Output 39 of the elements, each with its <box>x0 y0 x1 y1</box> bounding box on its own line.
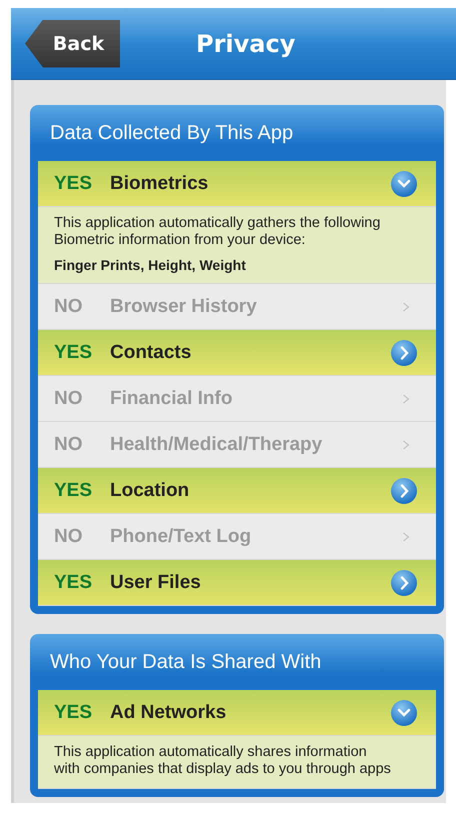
category-label: Health/Medical/Therapy <box>110 434 324 456</box>
category-row[interactable]: YES Location <box>38 468 436 514</box>
category-label: Browser History <box>110 296 258 318</box>
answer-label: YES <box>54 342 94 364</box>
detail-list: Finger Prints, Height, Weight <box>54 257 396 273</box>
category-label: Financial Info <box>110 388 234 410</box>
disclosure-icon[interactable] <box>390 568 418 596</box>
category-label: Biometrics <box>110 172 210 194</box>
chevron-icon <box>402 392 410 404</box>
description-text: This application automatically shares information with companies that display ads to you through apps <box>54 744 392 778</box>
chevron-icon <box>402 300 410 312</box>
category-row[interactable]: YES Ad Networks <box>38 690 436 736</box>
expand-down-icon[interactable] <box>390 170 418 198</box>
category-row[interactable]: YES User Files <box>38 560 436 606</box>
disclosure-icon[interactable] <box>390 476 418 504</box>
answer-label: YES <box>54 172 94 194</box>
answer-label: YES <box>54 480 94 502</box>
expand-down-icon[interactable] <box>390 698 418 726</box>
chevron-icon <box>402 438 410 450</box>
category-label: User Files <box>110 572 202 594</box>
section-title: Data Collected By This App <box>49 120 294 146</box>
answer-label: NO <box>54 434 84 456</box>
section-title: Who Your Data Is Shared With <box>49 650 322 674</box>
category-label: Phone/Text Log <box>110 526 252 548</box>
chevron-icon <box>402 530 410 542</box>
category-label: Contacts <box>110 342 192 364</box>
screen-title: Privacy <box>196 30 296 58</box>
answer-label: NO <box>54 526 84 548</box>
category-label: Location <box>110 480 190 502</box>
disclosure-icon[interactable] <box>390 338 418 366</box>
category-label: Ad Networks <box>110 702 228 724</box>
answer-label: YES <box>54 702 94 724</box>
category-row[interactable]: YES Biometrics <box>38 161 436 207</box>
answer-label: NO <box>54 296 84 318</box>
description-text: This application automatically gathers the following Biometric information from your device: <box>54 215 382 249</box>
answer-label: NO <box>54 388 84 410</box>
back-button[interactable]: Back <box>25 20 120 68</box>
answer-label: YES <box>54 572 94 594</box>
category-row[interactable]: YES Contacts <box>38 330 436 376</box>
